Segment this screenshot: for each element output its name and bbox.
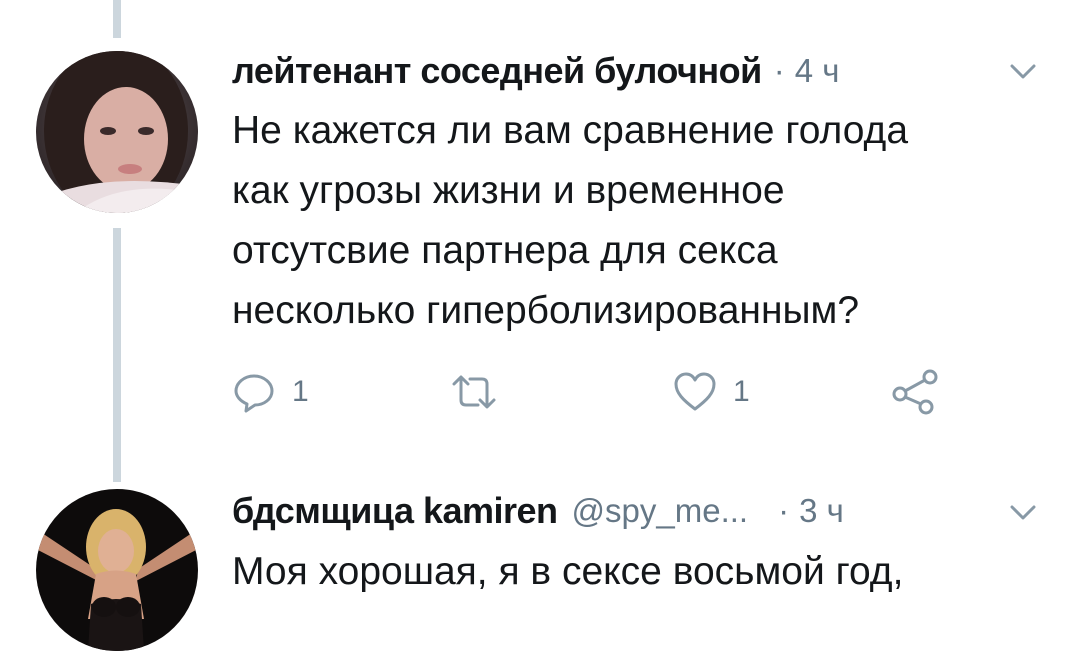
like-count: 1	[733, 375, 750, 408]
reply-icon	[234, 374, 274, 413]
author-name[interactable]: лейтенант соседней булочной	[232, 50, 762, 92]
avatar[interactable]	[36, 489, 198, 651]
avatar[interactable]	[36, 51, 198, 213]
share-icon	[892, 369, 938, 415]
chevron-down-icon[interactable]	[1008, 62, 1038, 82]
share-button[interactable]	[890, 367, 940, 417]
tweet-header: лейтенант соседней булочной · 4 ч	[232, 46, 839, 96]
timestamp[interactable]: 3 ч	[799, 492, 844, 530]
like-button[interactable]: 1	[673, 367, 750, 417]
like-icon	[674, 372, 716, 411]
reply-count: 1	[292, 375, 309, 408]
tweet-text: Моя хорошая, я в сексе восьмой год,	[232, 550, 904, 593]
tweet-header: бдсмщица kamiren @spy_me... · 3 ч	[232, 486, 844, 536]
thread-line-middle	[113, 228, 121, 482]
tweet-text: Не кажется ли вам сравнение голода как у…	[232, 109, 909, 332]
thread-line-top	[113, 0, 121, 38]
retweet-button[interactable]	[450, 367, 514, 417]
avatar-image	[36, 489, 198, 651]
reply-button[interactable]: 1	[232, 367, 309, 417]
chevron-down-icon[interactable]	[1008, 503, 1038, 523]
timestamp[interactable]: 4 ч	[795, 52, 840, 90]
header-separator: ·	[773, 52, 785, 89]
avatar-image	[36, 51, 198, 213]
retweet-icon	[452, 375, 496, 409]
header-separator: ·	[778, 492, 790, 529]
author-handle[interactable]: @spy_me...	[572, 492, 749, 530]
author-name[interactable]: бдсмщица kamiren	[232, 490, 558, 532]
